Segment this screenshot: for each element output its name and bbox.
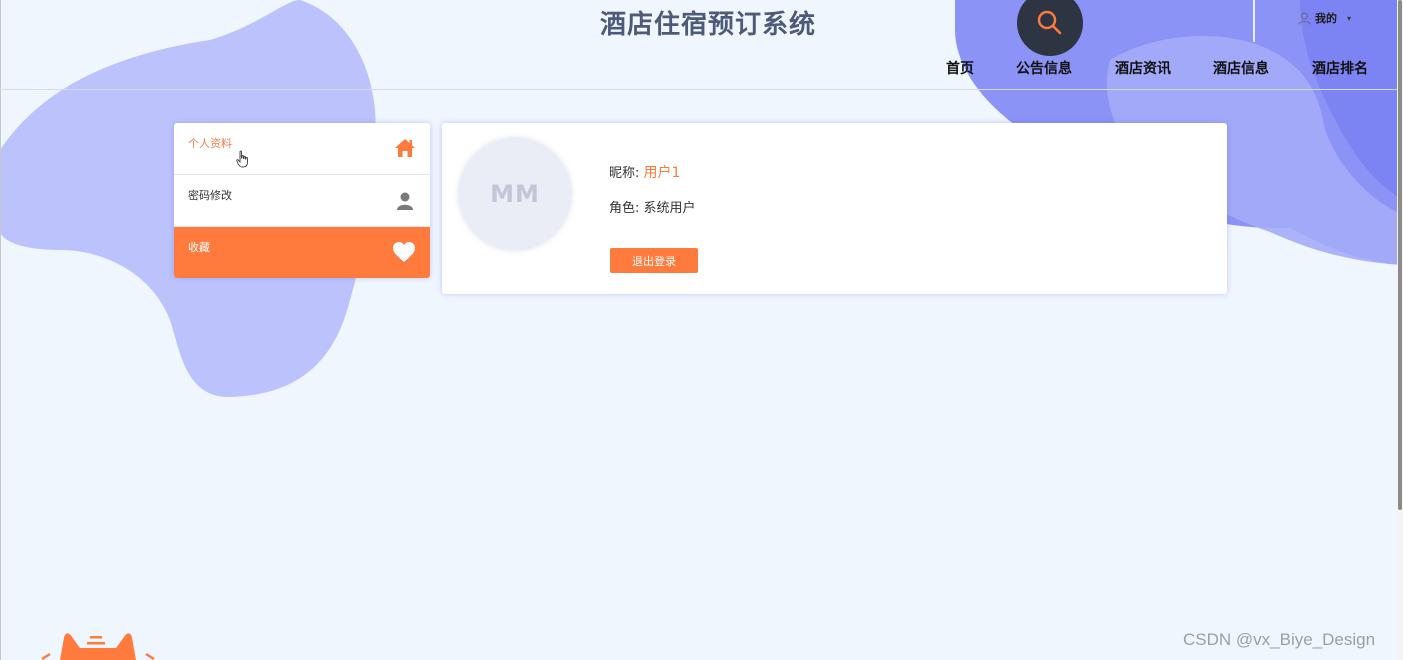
nav-item-hotel-news[interactable]: 酒店资讯 bbox=[1115, 58, 1171, 78]
role-row: 角色: 系统用户 bbox=[609, 197, 696, 216]
sidebar-item-profile[interactable]: 个人资料 bbox=[174, 123, 430, 175]
role-value: 系统用户 bbox=[643, 201, 696, 216]
nickname-value: 用户1 bbox=[643, 165, 681, 181]
mascot-cat-icon bbox=[41, 633, 155, 660]
home-icon bbox=[395, 139, 415, 157]
sidebar-item-password[interactable]: 密码修改 bbox=[174, 175, 430, 227]
header-divider-line bbox=[0, 89, 1403, 90]
logout-button[interactable]: 退出登录 bbox=[610, 248, 698, 273]
nav-item-announcements[interactable]: 公告信息 bbox=[1016, 58, 1072, 78]
user-icon bbox=[1298, 11, 1311, 25]
search-icon bbox=[1037, 10, 1062, 35]
main-nav: 首页 公告信息 酒店资讯 酒店信息 酒店排名 bbox=[0, 58, 1403, 80]
nav-item-hotel-ranking[interactable]: 酒店排名 bbox=[1312, 58, 1368, 78]
role-label: 角色: bbox=[609, 201, 640, 216]
hand-cursor-icon bbox=[236, 150, 248, 168]
user-menu-label: 我的 bbox=[1315, 12, 1337, 25]
sidebar-item-label: 密码修改 bbox=[188, 189, 232, 202]
user-icon bbox=[397, 192, 413, 210]
sidebar-item-label: 个人资料 bbox=[188, 137, 232, 150]
chevron-down-icon: ▾ bbox=[1347, 13, 1352, 23]
nickname-row: 昵称: 用户1 bbox=[609, 162, 680, 182]
nav-item-home[interactable]: 首页 bbox=[946, 58, 974, 78]
nickname-label: 昵称: bbox=[609, 166, 640, 181]
watermark: CSDN @vx_Biye_Design bbox=[1183, 630, 1376, 649]
heart-icon bbox=[393, 242, 415, 262]
header-divider bbox=[1253, 0, 1255, 42]
window-left-edge bbox=[0, 0, 1, 660]
sidebar-item-label: 收藏 bbox=[188, 241, 210, 254]
page-scrollbar-thumb[interactable] bbox=[1398, 0, 1402, 510]
account-sidebar: 个人资料 密码修改 收藏 bbox=[174, 123, 430, 278]
user-menu[interactable]: 我的 ▾ bbox=[1298, 10, 1351, 26]
profile-card: MM 昵称: 用户1 角色: 系统用户 退出登录 bbox=[442, 123, 1227, 294]
avatar[interactable]: MM bbox=[459, 138, 571, 250]
site-title: 酒店住宿预订系统 bbox=[600, 10, 817, 40]
sidebar-item-favorites[interactable]: 收藏 bbox=[174, 227, 430, 278]
nav-item-hotel-info[interactable]: 酒店信息 bbox=[1213, 58, 1269, 78]
search-button[interactable] bbox=[1017, 0, 1083, 56]
